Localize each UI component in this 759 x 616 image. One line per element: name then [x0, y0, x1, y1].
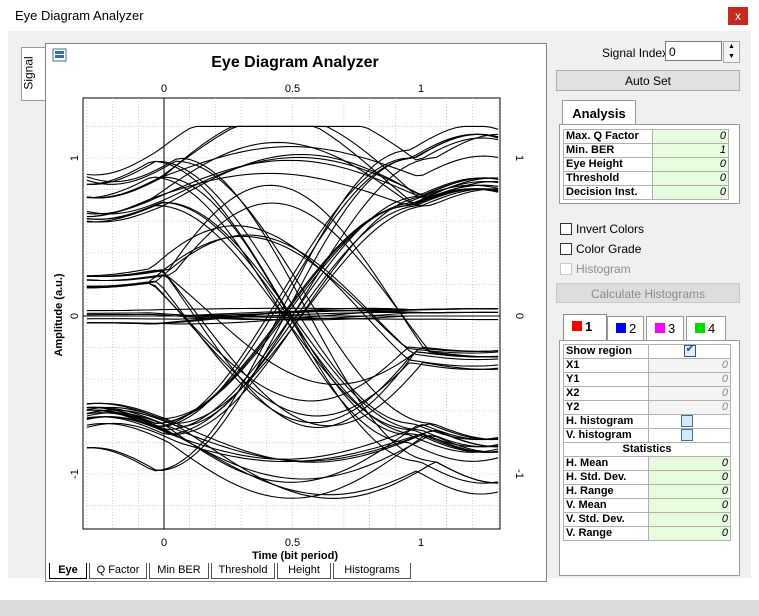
checkbox-box[interactable]: [560, 263, 572, 275]
table-row: V. Mean 0: [563, 498, 731, 513]
spin-down-icon[interactable]: ▼: [724, 52, 739, 62]
channel-1-swatch: [572, 321, 582, 331]
table-row: Show region ✔: [563, 343, 731, 359]
table-row: Y2 0: [563, 400, 731, 415]
y-tick-label-left: 0: [69, 313, 81, 319]
channel-2-swatch: [616, 323, 626, 333]
table-row: X2 0: [563, 386, 731, 401]
chart-icon[interactable]: [52, 48, 67, 62]
tab-q-factor[interactable]: Q Factor: [89, 563, 147, 579]
spin-up-icon[interactable]: ▲: [724, 42, 739, 52]
taskbar-edge: [0, 600, 759, 616]
checkbox-box[interactable]: [560, 243, 572, 255]
channel-4-swatch: [695, 323, 705, 333]
table-row: Statistics: [563, 442, 731, 457]
region-table: Show region ✔ X1 0 Y1 0 X2 0 Y2 0 H. histogr…: [563, 343, 731, 541]
left-border: [0, 31, 8, 616]
tab-signal-label: Signal: [21, 56, 36, 90]
analysis-table: Max. Q Factor 0 Min. BER 1 Eye Height 0 Thr…: [563, 129, 729, 200]
y-tick-label-left: -1: [69, 469, 81, 479]
table-row: Decision Inst. 0: [563, 185, 729, 200]
table-row: Eye Height 0: [563, 157, 729, 172]
calculate-histograms-button[interactable]: Calculate Histograms: [556, 283, 740, 303]
tab-threshold[interactable]: Threshold: [211, 563, 275, 579]
close-button[interactable]: x: [728, 7, 748, 25]
plot-title: Eye Diagram Analyzer: [211, 54, 378, 71]
table-row: V. Range 0: [563, 526, 731, 541]
checkbox-box[interactable]: [560, 223, 572, 235]
analysis-panel: Max. Q Factor 0 Min. BER 1 Eye Height 0 Thr…: [559, 124, 740, 204]
channel-3-swatch: [655, 323, 665, 333]
x-tick-label-top: 1: [418, 83, 424, 95]
eye-diagram-plot[interactable]: Eye Diagram Analyzer 000.50.5111 10 0-1 -1 …: [45, 43, 545, 580]
signal-index-input[interactable]: 0: [665, 41, 722, 61]
y-tick-label-left: 1: [69, 155, 81, 161]
x-tick-label-bottom: 0: [161, 537, 167, 549]
right-border: [751, 31, 759, 616]
statistics-header: Statistics: [563, 442, 731, 457]
tab-channel-4[interactable]: 4: [686, 316, 726, 340]
tab-eye[interactable]: Eye: [49, 563, 87, 579]
auto-set-button[interactable]: Auto Set: [556, 70, 740, 91]
tab-channel-2[interactable]: 2: [607, 316, 644, 340]
tab-min-ber[interactable]: Min BER: [149, 563, 209, 579]
table-row: Min. BER 1: [563, 143, 729, 158]
tab-channel-1[interactable]: 1: [563, 314, 607, 340]
tab-analysis[interactable]: Analysis: [562, 100, 636, 125]
plot-tab-bar: Eye Q Factor Min BER Threshold Height Hi…: [47, 563, 467, 580]
table-row: H. Range 0: [563, 484, 731, 499]
table-row: Y1 0: [563, 372, 731, 387]
table-row: Threshold 0: [563, 171, 729, 186]
y-tick-label-right: 0: [513, 313, 525, 319]
table-row: H. Std. Dev. 0: [563, 470, 731, 485]
check-icon: ✔: [685, 343, 695, 356]
table-row: H. Mean 0: [563, 456, 731, 471]
show-region-checkbox[interactable]: ✔: [683, 343, 696, 358]
y-axis-label: Amplitude (a.u.): [53, 273, 65, 356]
eye-trace: [86, 202, 499, 358]
table-row: X1 0: [563, 358, 731, 373]
tab-height[interactable]: Height: [277, 563, 331, 579]
y-tick-label-right: -1: [513, 469, 525, 479]
x-tick-label-top: 0: [161, 83, 167, 95]
eye-trace: [86, 234, 499, 361]
table-row: Max. Q Factor 0: [563, 129, 729, 144]
tab-signal[interactable]: Signal: [21, 47, 45, 101]
y-tick-label-right: 1: [513, 155, 525, 161]
table-row: H. histogram: [563, 414, 731, 429]
x-tick-label-bottom: 0.5: [285, 537, 300, 549]
x-tick-label-bottom: 1: [418, 537, 424, 549]
v-histogram-checkbox[interactable]: [681, 429, 693, 442]
x-axis-label: Time (bit period): [252, 550, 338, 562]
signal-index-spinner[interactable]: ▲ ▼: [723, 41, 740, 63]
tab-channel-3[interactable]: 3: [646, 316, 684, 340]
table-row: V. Std. Dev. 0: [563, 512, 731, 527]
x-tick-label-top: 0.5: [285, 83, 300, 95]
signal-index-label: Signal Index:: [602, 46, 672, 60]
table-row: V. histogram: [563, 428, 731, 443]
channel-panel: Show region ✔ X1 0 Y1 0 X2 0 Y2 0 H. histogr…: [559, 340, 740, 576]
h-histogram-checkbox[interactable]: [681, 415, 693, 428]
window-title: Eye Diagram Analyzer: [15, 8, 144, 23]
tab-histograms[interactable]: Histograms: [333, 563, 411, 579]
